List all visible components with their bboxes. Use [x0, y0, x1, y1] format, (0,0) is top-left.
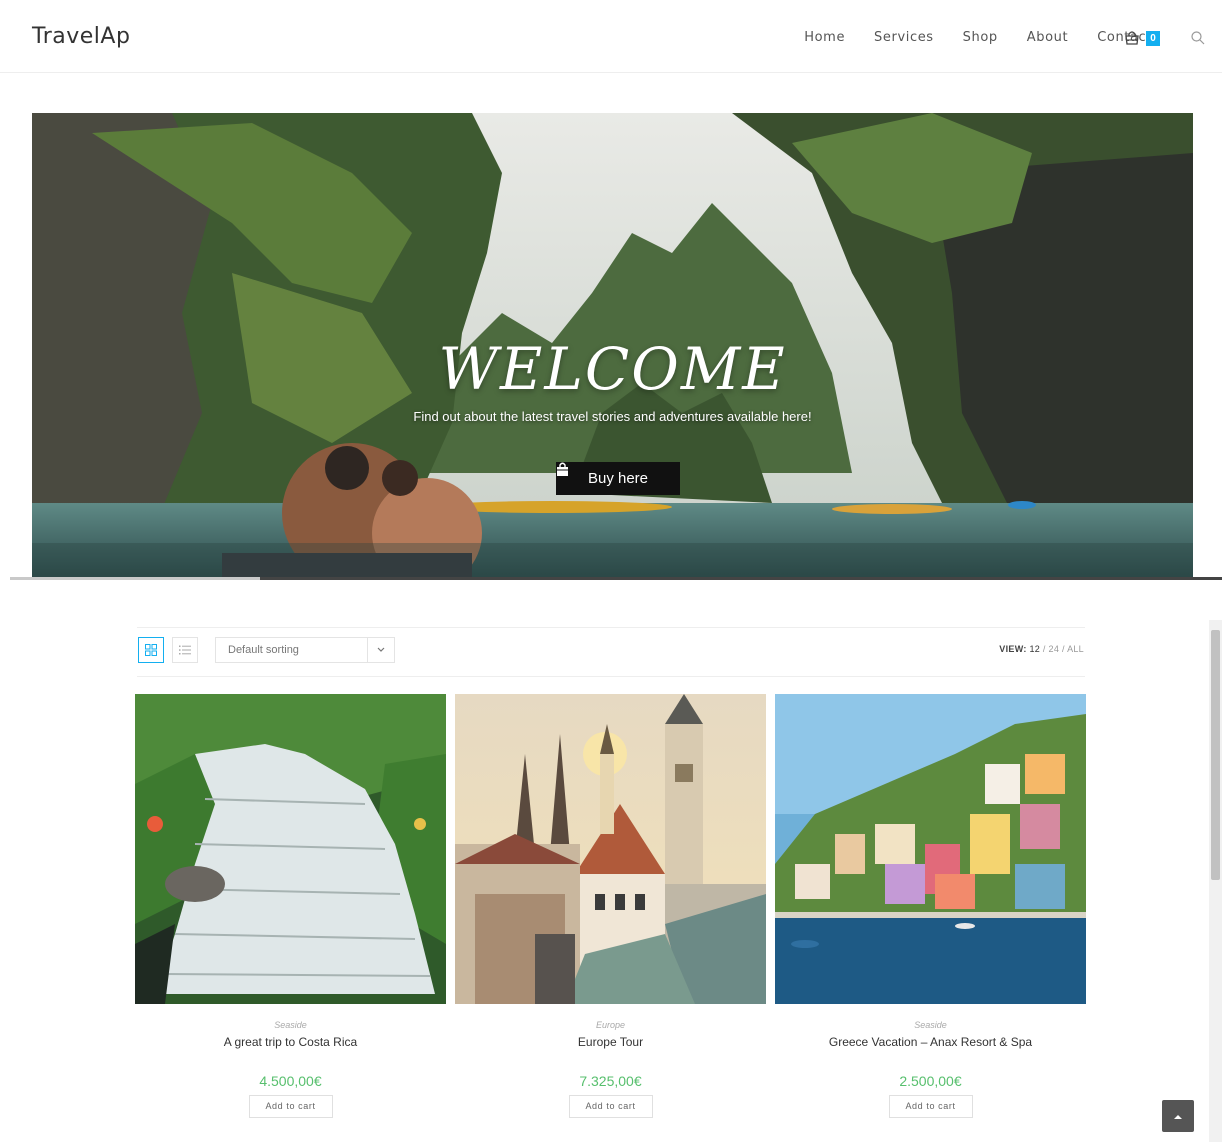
nav-shop[interactable]: Shop [963, 30, 998, 45]
add-to-cart-button[interactable]: Add to cart [888, 1095, 973, 1118]
view-count-selector: VIEW: 12 / 24 / ALL [999, 644, 1084, 654]
scrollbar-thumb[interactable] [1211, 630, 1220, 880]
product-card: Seaside Greece Vacation – Anax Resort & … [775, 694, 1086, 1118]
hero-banner: WELCOME Find out about the latest travel… [32, 113, 1193, 579]
product-price: 4.500,00€ [259, 1073, 322, 1089]
view-option-all[interactable]: ALL [1067, 644, 1084, 654]
sort-select[interactable]: Default sorting [215, 637, 395, 663]
list-view-button[interactable] [172, 637, 198, 663]
chevron-up-icon [1174, 1114, 1182, 1119]
view-option-12[interactable]: 12 [1029, 644, 1040, 654]
buy-here-button[interactable]: Buy here [556, 462, 680, 495]
site-header: TravelAp Home Services Shop About Contac… [0, 0, 1222, 73]
list-icon [179, 645, 191, 655]
product-card: Europe Europe Tour 7.325,00€ Add to cart [455, 694, 766, 1118]
view-separator: / [1042, 644, 1046, 654]
chevron-down-icon [367, 638, 394, 662]
toolbar-bottom-border [137, 676, 1085, 677]
hero-divider-highlight [10, 577, 260, 580]
product-title[interactable]: A great trip to Costa Rica [135, 1035, 446, 1049]
main-nav: Home Services Shop About Contact [804, 30, 1152, 45]
view-option-24[interactable]: 24 [1049, 644, 1060, 654]
product-price: 7.325,00€ [579, 1073, 642, 1089]
scroll-to-top-button[interactable] [1162, 1100, 1194, 1132]
product-image-costa-rica[interactable] [135, 694, 446, 1004]
buy-here-label: Buy here [587, 470, 649, 487]
product-category[interactable]: Seaside [775, 1020, 1086, 1030]
nav-home[interactable]: Home [804, 30, 845, 45]
product-image-greece[interactable] [775, 694, 1086, 1004]
page-scrollbar[interactable] [1209, 620, 1222, 1142]
shopping-bag-icon [1125, 31, 1139, 45]
product-title[interactable]: Europe Tour [455, 1035, 766, 1049]
view-label: VIEW: [999, 644, 1027, 654]
grid-view-button[interactable] [138, 637, 164, 663]
nav-services[interactable]: Services [874, 30, 934, 45]
product-price: 2.500,00€ [899, 1073, 962, 1089]
hero-subtitle: Find out about the latest travel stories… [413, 409, 812, 424]
product-image-europe-tour[interactable] [455, 694, 766, 1004]
grid-icon [145, 644, 157, 656]
cart-button[interactable]: 0 [1124, 30, 1164, 48]
product-category[interactable]: Europe [455, 1020, 766, 1030]
nav-about[interactable]: About [1027, 30, 1068, 45]
add-to-cart-button[interactable]: Add to cart [568, 1095, 653, 1118]
view-separator: / [1061, 644, 1065, 654]
add-to-cart-button[interactable]: Add to cart [248, 1095, 333, 1118]
toolbar-top-border [137, 627, 1085, 628]
sort-selected-label: Default sorting [228, 644, 299, 656]
search-icon[interactable] [1190, 30, 1206, 46]
hero-title: WELCOME [438, 335, 787, 403]
site-logo[interactable]: TravelAp [32, 24, 130, 49]
shopping-bag-icon [557, 462, 568, 476]
product-card: Seaside A great trip to Costa Rica 4.500… [135, 694, 446, 1118]
product-category[interactable]: Seaside [135, 1020, 446, 1030]
product-title[interactable]: Greece Vacation – Anax Resort & Spa [775, 1035, 1086, 1049]
cart-count-badge: 0 [1146, 31, 1160, 46]
